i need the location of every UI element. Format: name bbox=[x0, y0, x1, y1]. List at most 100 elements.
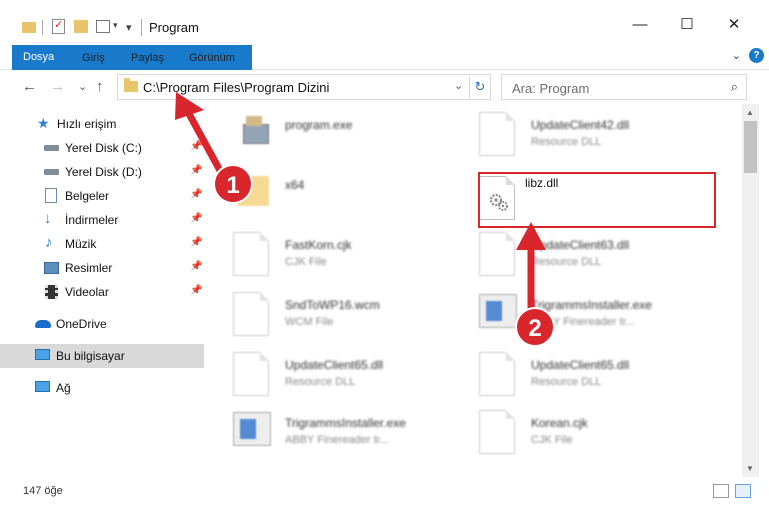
installer-icon bbox=[479, 294, 517, 328]
separator bbox=[42, 20, 43, 35]
tab-view[interactable]: Görünüm bbox=[189, 46, 235, 70]
refresh-button[interactable]: ↻ bbox=[469, 76, 490, 98]
sidebar-item-music[interactable]: ♪ Müzik 📌 bbox=[0, 232, 204, 256]
file-name: program.exe bbox=[285, 118, 353, 132]
sidebar-item-pictures[interactable]: Resimler 📌 bbox=[0, 256, 204, 280]
file-name: TrigrammsInstaller.exe bbox=[531, 298, 652, 312]
address-bar[interactable]: C:\Program Files\Program Dizini ⌄ ↻ bbox=[117, 74, 491, 100]
file-icon bbox=[479, 410, 515, 454]
sidebar-item-videos[interactable]: Videolar 📌 bbox=[0, 280, 204, 304]
file-type: CJK File bbox=[531, 434, 573, 446]
tab-share[interactable]: Paylaş bbox=[131, 46, 164, 70]
properties-icon[interactable]: ✓ bbox=[52, 19, 65, 34]
back-button[interactable]: ← bbox=[22, 78, 37, 95]
address-path[interactable]: C:\Program Files\Program Dizini bbox=[143, 80, 329, 95]
sidebar-item-documents[interactable]: Belgeler 📌 bbox=[0, 184, 204, 208]
file-item[interactable]: UpdateClient65.dll Resource DLL bbox=[479, 348, 719, 404]
file-item[interactable]: x64 bbox=[233, 168, 473, 224]
dll-icon bbox=[479, 352, 515, 396]
file-type: ABBY Finereader tr... bbox=[285, 434, 389, 446]
search-box[interactable]: Ara: Program ⌕ bbox=[501, 74, 747, 100]
sidebar-item-drive-d[interactable]: Yerel Disk (D:) 📌 bbox=[0, 160, 204, 184]
scroll-up-icon[interactable]: ▲ bbox=[746, 108, 754, 117]
file-item[interactable]: UpdateClient65.dll Resource DLL bbox=[233, 348, 473, 404]
vertical-scrollbar[interactable]: ▲ ▼ bbox=[742, 104, 759, 477]
ribbon-tabs: Dosya Giriş Paylaş Görünüm ⌄ ? bbox=[0, 42, 769, 70]
scroll-down-icon[interactable]: ▼ bbox=[746, 464, 754, 473]
up-button[interactable]: ↑ bbox=[96, 78, 104, 95]
sidebar-item-label: Müzik bbox=[65, 237, 97, 251]
file-name: UpdateClient65.dll bbox=[531, 358, 630, 372]
file-name: FastKorn.cjk bbox=[285, 238, 352, 252]
sidebar-item-label: Yerel Disk (D:) bbox=[65, 165, 142, 179]
window-title: Program bbox=[149, 20, 199, 35]
navigation-pane: ★ Hızlı erişim Yerel Disk (C:) 📌 Yerel D… bbox=[0, 104, 214, 477]
sidebar-item-this-pc[interactable]: Bu bilgisayar bbox=[0, 344, 204, 368]
pin-icon[interactable]: 📌 bbox=[190, 165, 202, 176]
sidebar-item-label: Videolar bbox=[65, 285, 109, 299]
sidebar-item-label: Bu bilgisayar bbox=[56, 349, 125, 363]
computer-icon bbox=[35, 349, 50, 360]
maximize-button[interactable]: ☐ bbox=[664, 10, 710, 38]
file-item[interactable]: SndToWP16.wcm WCM File bbox=[233, 288, 473, 344]
navigation-bar: ← → ⌄ ↑ C:\Program Files\Program Dizini … bbox=[0, 70, 769, 104]
item-count: 147 öğe bbox=[23, 485, 63, 497]
file-name: Korean.cjk bbox=[531, 416, 588, 430]
pin-icon[interactable]: 📌 bbox=[190, 261, 202, 272]
pin-icon[interactable]: 📌 bbox=[190, 213, 202, 224]
sidebar-item-drive-c[interactable]: Yerel Disk (C:) 📌 bbox=[0, 136, 204, 160]
file-item[interactable]: FastKorn.cjk CJK File bbox=[233, 228, 473, 284]
help-icon[interactable]: ? bbox=[749, 48, 764, 63]
details-view-icon[interactable] bbox=[713, 484, 729, 498]
expand-ribbon-icon[interactable]: ⌄ bbox=[732, 49, 741, 62]
status-bar: 147 öğe bbox=[0, 477, 769, 511]
folder-icon bbox=[124, 78, 138, 92]
file-item[interactable]: TrigrammsInstaller.exe ABBY Finereader t… bbox=[479, 288, 719, 344]
star-icon: ★ bbox=[37, 115, 50, 131]
file-type: ABBY Finereader tr... bbox=[531, 316, 635, 328]
file-name: x64 bbox=[285, 178, 305, 192]
search-input[interactable]: Ara: Program bbox=[512, 81, 589, 96]
sidebar-item-label: Hızlı erişim bbox=[57, 117, 117, 131]
sidebar-item-downloads[interactable]: ↓ İndirmeler 📌 bbox=[0, 208, 204, 232]
file-name: UpdateClient42.dll bbox=[531, 118, 630, 132]
close-button[interactable]: ✕ bbox=[711, 10, 757, 38]
folder-icon bbox=[237, 176, 269, 206]
large-icons-view-icon[interactable] bbox=[735, 484, 751, 498]
minimize-button[interactable]: — bbox=[617, 10, 663, 38]
file-item[interactable]: program.exe bbox=[233, 108, 473, 164]
folder-icon bbox=[22, 22, 36, 33]
dropdown-icon[interactable]: ▾ bbox=[113, 20, 118, 31]
customize-icon[interactable] bbox=[96, 20, 110, 33]
music-icon: ♪ bbox=[45, 234, 53, 251]
pin-icon[interactable]: 📌 bbox=[190, 285, 202, 296]
sidebar-item-label: Ağ bbox=[56, 381, 71, 395]
sidebar-item-quick-access[interactable]: ★ Hızlı erişim bbox=[0, 112, 204, 136]
file-item[interactable]: TrigrammsInstaller.exe ABBY Finereader t… bbox=[233, 406, 473, 462]
address-dropdown-icon[interactable]: ⌄ bbox=[454, 79, 463, 92]
search-icon[interactable]: ⌕ bbox=[731, 79, 738, 95]
file-item[interactable]: UpdateClient42.dll Resource DLL bbox=[479, 108, 719, 164]
new-folder-icon[interactable] bbox=[74, 20, 88, 33]
pin-icon[interactable]: 📌 bbox=[190, 237, 202, 248]
file-item[interactable]: Korean.cjk CJK File bbox=[479, 406, 719, 462]
tab-home[interactable]: Giriş bbox=[82, 46, 105, 70]
pin-icon[interactable]: 📌 bbox=[190, 141, 202, 152]
sidebar-item-onedrive[interactable]: OneDrive bbox=[0, 312, 204, 336]
file-type: CJK File bbox=[285, 256, 327, 268]
scroll-thumb[interactable] bbox=[744, 121, 757, 173]
file-name: UpdateClient63.dll bbox=[531, 238, 630, 252]
quick-access-menu-icon[interactable]: ▾ bbox=[126, 21, 132, 34]
file-type: Resource DLL bbox=[531, 256, 602, 268]
installer-icon bbox=[233, 412, 271, 446]
video-icon bbox=[45, 285, 58, 299]
drive-icon bbox=[44, 145, 59, 151]
download-icon: ↓ bbox=[44, 210, 52, 227]
file-name: UpdateClient65.dll bbox=[285, 358, 384, 372]
highlight-box bbox=[478, 172, 716, 228]
file-item[interactable]: UpdateClient63.dll Resource DLL bbox=[479, 228, 719, 284]
forward-button[interactable]: → bbox=[50, 78, 65, 95]
recent-locations-button[interactable]: ⌄ bbox=[78, 80, 87, 93]
pin-icon[interactable]: 📌 bbox=[190, 189, 202, 200]
sidebar-item-network[interactable]: Ağ bbox=[0, 376, 204, 400]
